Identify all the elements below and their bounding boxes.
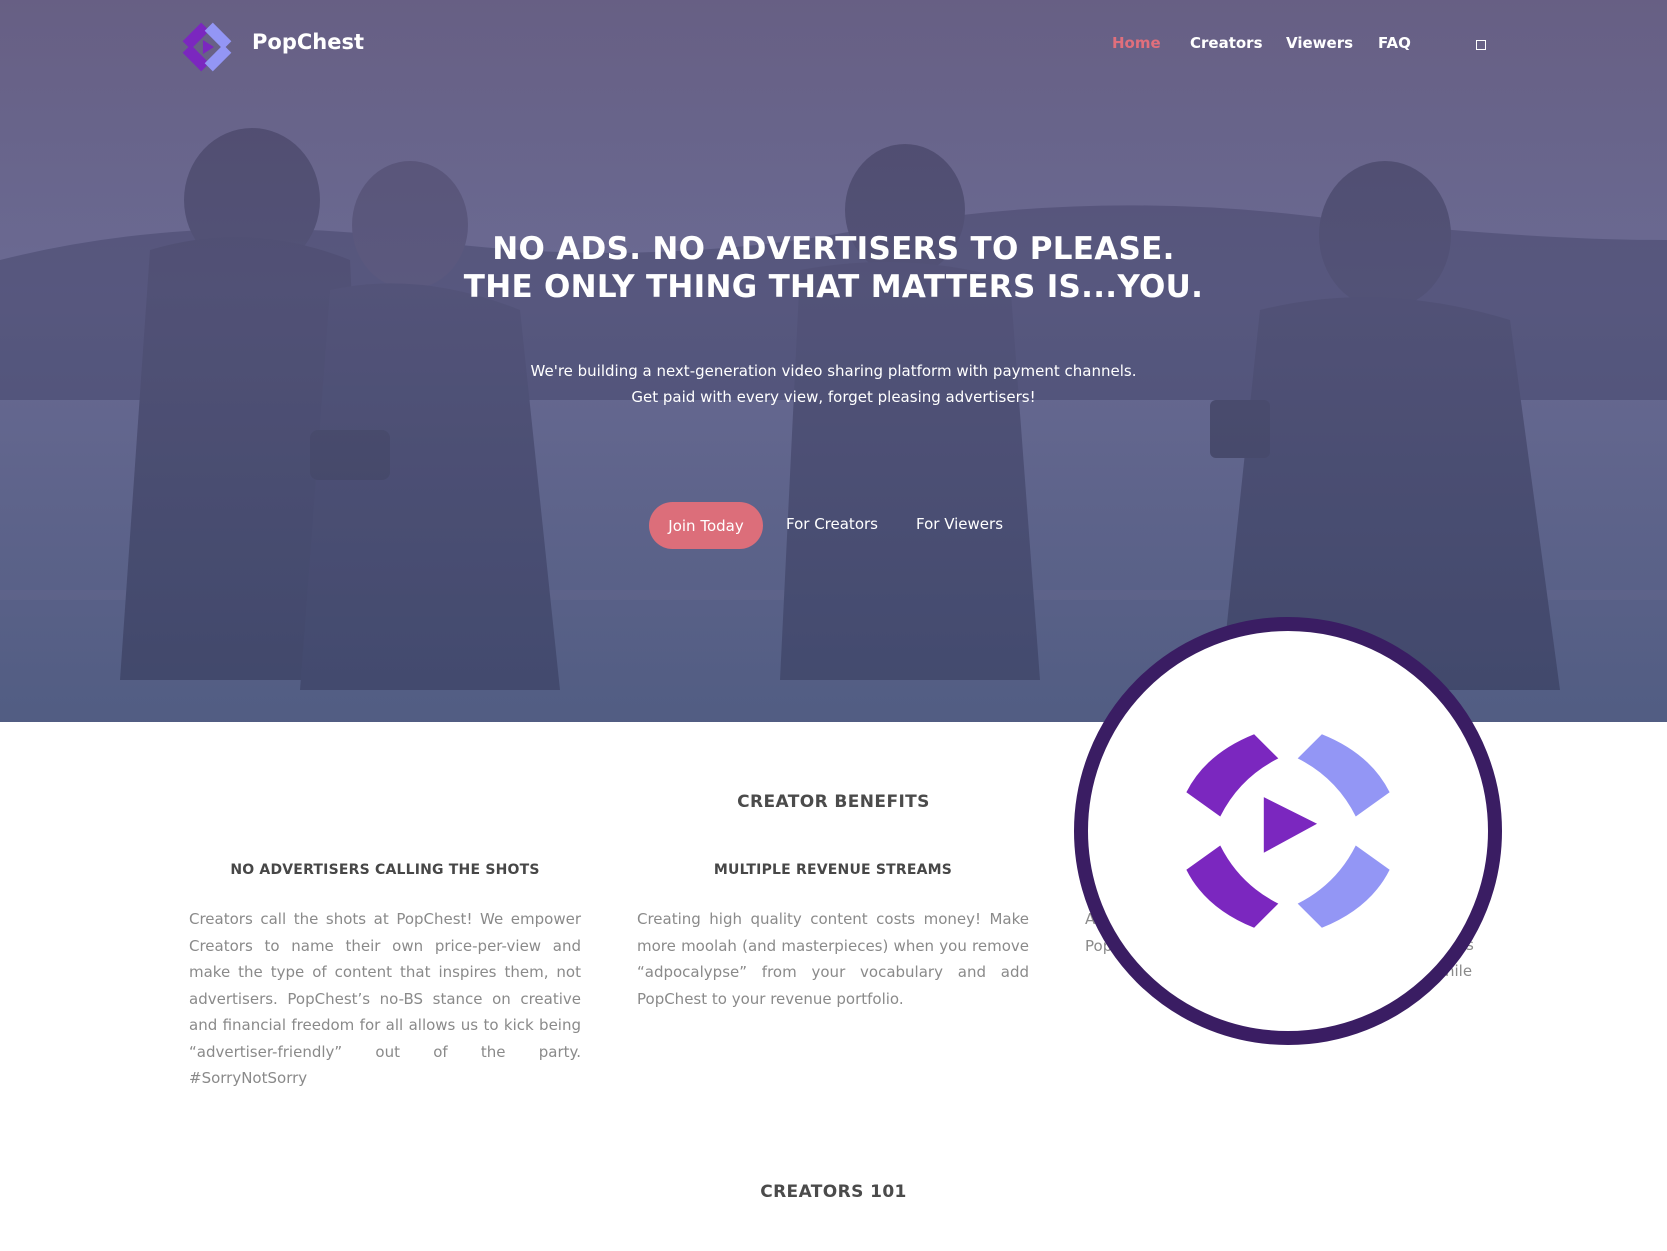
nav-viewers[interactable]: Viewers: [1286, 34, 1353, 52]
hero-subtitle-line2: Get paid with every view, forget pleasin…: [631, 388, 1036, 406]
for-viewers-link[interactable]: For Viewers: [916, 515, 1003, 533]
hero-headline-line1: NO ADS. NO ADVERTISERS TO PLEASE.: [492, 231, 1175, 267]
popchest-play-logo-icon: [1186, 734, 1390, 928]
hero-subtitle-line1: We're building a next-generation video s…: [530, 362, 1137, 380]
hero-headline: NO ADS. NO ADVERTISERS TO PLEASE. THE ON…: [0, 230, 1667, 306]
hero-headline-line2: THE ONLY THING THAT MATTERS IS...YOU.: [463, 269, 1204, 305]
for-creators-link[interactable]: For Creators: [786, 515, 878, 533]
brand-name[interactable]: PopChest: [252, 30, 364, 54]
benefit-text-no-advertisers: Creators call the shots at PopChest! We …: [189, 910, 581, 1087]
creators-101-title: CREATORS 101: [760, 1182, 907, 1202]
menu-toggle-icon[interactable]: [1476, 40, 1486, 50]
join-today-button[interactable]: Join Today: [649, 502, 763, 549]
benefit-title-revenue-streams: MULTIPLE REVENUE STREAMS: [713, 862, 953, 878]
hero-section: PopChest Home Creators Viewers FAQ NO AD…: [0, 0, 1667, 722]
popchest-logo-icon[interactable]: [178, 18, 236, 76]
benefit-text-revenue-streams: Creating high quality content costs mone…: [637, 910, 1029, 1008]
nav-home[interactable]: Home: [1112, 34, 1161, 52]
nav-faq[interactable]: FAQ: [1378, 34, 1411, 52]
nav-creators[interactable]: Creators: [1190, 34, 1263, 52]
benefit-title-no-advertisers: NO ADVERTISERS CALLING THE SHOTS: [230, 862, 540, 878]
hero-subtitle: We're building a next-generation video s…: [0, 358, 1667, 410]
popchest-logo-badge: [1074, 617, 1502, 1045]
